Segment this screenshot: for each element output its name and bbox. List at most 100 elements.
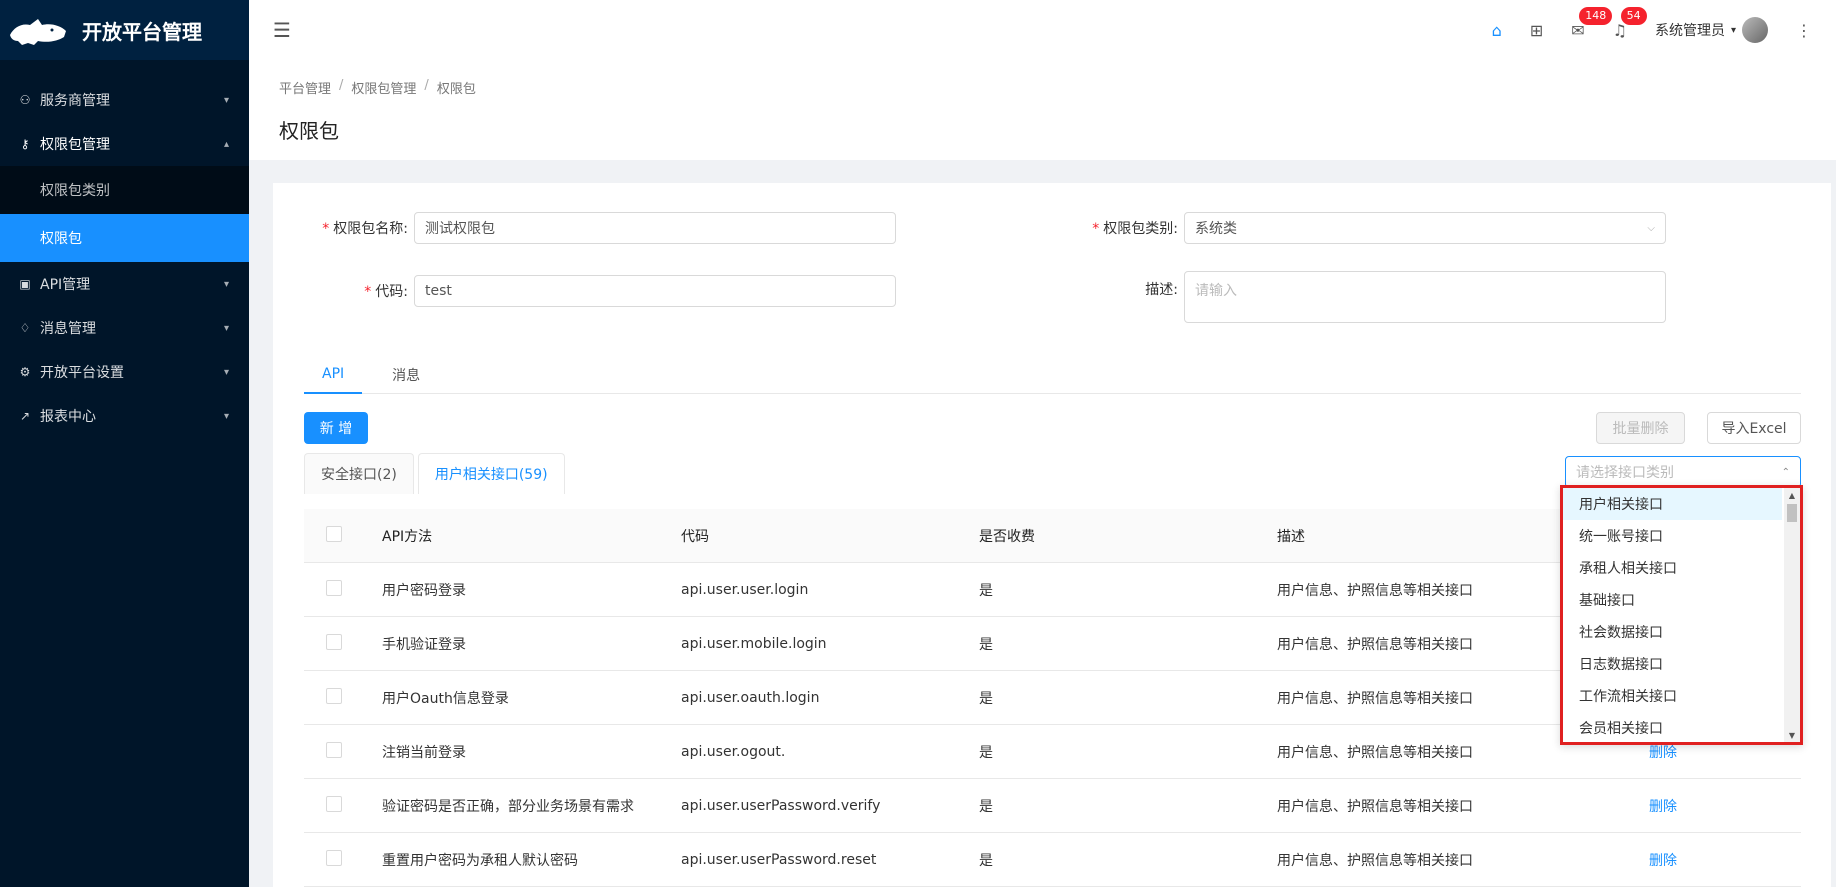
terminal-icon: ▣ [19, 277, 31, 291]
package-category-select[interactable]: 系统类 ⌵ [1184, 212, 1666, 244]
notice-badge: 54 [1620, 6, 1647, 25]
sidebar-item-api[interactable]: ▣ API管理 ▾ [0, 262, 249, 306]
sidebar-subitem-category[interactable]: 权限包类别 [0, 166, 249, 214]
code-cell: api.user.mobile.login [681, 635, 827, 652]
chevron-down-icon: ⌵ [1647, 222, 1655, 234]
desc-cell: 用户信息、护照信息等相关接口 [1277, 798, 1473, 815]
package-name-input[interactable]: 测试权限包 [414, 212, 896, 244]
code-cell: api.user.ogout. [681, 743, 786, 760]
chevron-down-icon: ▾ [223, 278, 229, 290]
sidebar-item-label: 服务商管理 [40, 93, 110, 109]
interface-category-select[interactable]: 请选择接口类别 ⌃ [1565, 456, 1801, 488]
charge-cell: 是 [979, 690, 993, 707]
category-label: * 权限包类别: [1092, 221, 1178, 237]
subtab-security[interactable]: 安全接口(2) [304, 453, 414, 494]
charge-cell: 是 [979, 636, 993, 653]
user-name: 系统管理员 [1654, 23, 1725, 39]
charge-cell: 是 [979, 744, 993, 761]
chevron-up-icon: ⌃ [1781, 466, 1790, 478]
breadcrumb-item: 权限包 [436, 82, 476, 97]
api-method-cell: 手机验证登录 [382, 636, 466, 653]
breadcrumb-separator: / [424, 78, 429, 93]
delete-link[interactable]: 删除 [1649, 853, 1677, 869]
sidebar-item-message[interactable]: ♢ 消息管理 ▾ [0, 306, 249, 350]
bell-icon[interactable]: ♫ 54 [1613, 6, 1647, 40]
dropdown-option[interactable]: 工作流相关接口 [1563, 680, 1782, 712]
sidebar-item-provider[interactable]: ⚇ 服务商管理 ▾ [0, 78, 249, 122]
row-checkbox[interactable] [326, 687, 342, 704]
chart-icon: ↗ [19, 409, 31, 423]
subtab-user[interactable]: 用户相关接口(59) [417, 453, 565, 494]
form-row-category: * 权限包类别: 系统类 ⌵ [1043, 212, 1666, 244]
action-cell: 删除 [1649, 850, 1801, 870]
row-checkbox[interactable] [326, 579, 342, 596]
scroll-up-icon[interactable]: ▲ [1784, 488, 1800, 502]
row-select-cell [304, 795, 382, 816]
code-cell: api.user.user.login [681, 581, 809, 598]
breadcrumb-item[interactable]: 平台管理 [279, 78, 331, 97]
delete-link[interactable]: 删除 [1649, 745, 1677, 761]
breadcrumb-separator: / [339, 78, 344, 93]
tab-api[interactable]: API [304, 356, 363, 394]
api-method-cell: 用户Oauth信息登录 [382, 690, 509, 707]
select-all-checkbox[interactable] [326, 525, 342, 542]
description-textarea[interactable]: 请输入 [1184, 271, 1666, 323]
code-input[interactable]: test [414, 275, 896, 307]
rhino-logo-icon [10, 19, 66, 45]
sidebar-item-report[interactable]: ↗ 报表中心 ▾ [0, 394, 249, 438]
scroll-down-icon[interactable]: ▼ [1784, 728, 1800, 742]
scroll-thumb[interactable] [1787, 504, 1797, 522]
dropdown-options: 用户相关接口 统一账号接口 承租人相关接口 基础接口 社会数据接口 日志数据接口 工作流相关… [1563, 488, 1782, 742]
row-select-cell [304, 687, 382, 708]
desc-cell: 用户信息、护照信息等相关接口 [1277, 852, 1473, 869]
bell-icon: ♢ [19, 321, 31, 335]
chevron-down-icon: ▾ [223, 322, 229, 334]
row-select-cell [304, 579, 382, 600]
row-checkbox[interactable] [326, 849, 342, 866]
dropdown-scrollbar[interactable]: ▲ ▼ [1784, 488, 1800, 742]
chevron-down-icon: ▾ [1730, 24, 1736, 36]
main-tabs: API 消息 [304, 356, 1801, 394]
code-cell: api.user.userPassword.reset [681, 851, 877, 868]
dropdown-option[interactable]: 日志数据接口 [1563, 648, 1782, 680]
table-row: 重置用户密码为承租人默认密码 api.user.userPassword.res… [304, 833, 1801, 887]
row-select-cell [304, 633, 382, 654]
chevron-up-icon: ▴ [223, 138, 229, 150]
delete-link[interactable]: 删除 [1649, 799, 1677, 815]
sidebar-item-permission[interactable]: ⚷ 权限包管理 ▴ [0, 122, 249, 166]
form-row-desc: 描述: 请输入 [1043, 271, 1666, 323]
breadcrumb-item[interactable]: 权限包管理 [351, 78, 416, 97]
row-checkbox[interactable] [326, 741, 342, 758]
apps-icon[interactable]: ⊞ [1530, 21, 1543, 40]
tab-message[interactable]: 消息 [374, 356, 438, 394]
code-cell: api.user.userPassword.verify [681, 797, 881, 814]
logo[interactable]: 开放平台管理 [0, 0, 249, 60]
menu-fold-icon[interactable]: ☰ [273, 18, 291, 42]
sidebar-subitem-package[interactable]: 权限包 [0, 214, 249, 262]
mail-icon[interactable]: ✉ 148 [1571, 6, 1613, 40]
code-cell: api.user.oauth.login [681, 689, 820, 706]
dropdown-option[interactable]: 社会数据接口 [1563, 616, 1782, 648]
select-all-cell [304, 525, 382, 546]
home-icon[interactable]: ⌂ [1492, 21, 1502, 40]
avatar [1742, 17, 1768, 43]
import-excel-button[interactable]: 导入Excel [1707, 412, 1801, 444]
dropdown-option[interactable]: 承租人相关接口 [1563, 552, 1782, 584]
sidebar-item-label: 报表中心 [40, 409, 96, 425]
more-vertical-icon[interactable]: ⋮ [1796, 21, 1812, 40]
sidebar-item-settings[interactable]: ⚙ 开放平台设置 ▾ [0, 350, 249, 394]
dropdown-option[interactable]: 统一账号接口 [1563, 520, 1782, 552]
dropdown-option[interactable]: 基础接口 [1563, 584, 1782, 616]
add-button[interactable]: 新 增 [304, 412, 368, 444]
category-dropdown: 用户相关接口 统一账号接口 承租人相关接口 基础接口 社会数据接口 日志数据接口 工作流相关… [1560, 485, 1803, 745]
dropdown-option[interactable]: 会员相关接口 [1563, 712, 1782, 742]
category-tabs: 安全接口(2) 用户相关接口(59) [304, 453, 565, 494]
row-checkbox[interactable] [326, 633, 342, 650]
column-header: API方法 [382, 528, 433, 545]
mail-badge: 148 [1579, 6, 1613, 25]
dropdown-option[interactable]: 用户相关接口 [1563, 488, 1782, 520]
submenu-permission: 权限包类别 权限包 [0, 166, 249, 262]
charge-cell: 是 [979, 582, 993, 599]
user-menu[interactable]: 系统管理员 ▾ [1655, 17, 1768, 43]
row-checkbox[interactable] [326, 795, 342, 812]
